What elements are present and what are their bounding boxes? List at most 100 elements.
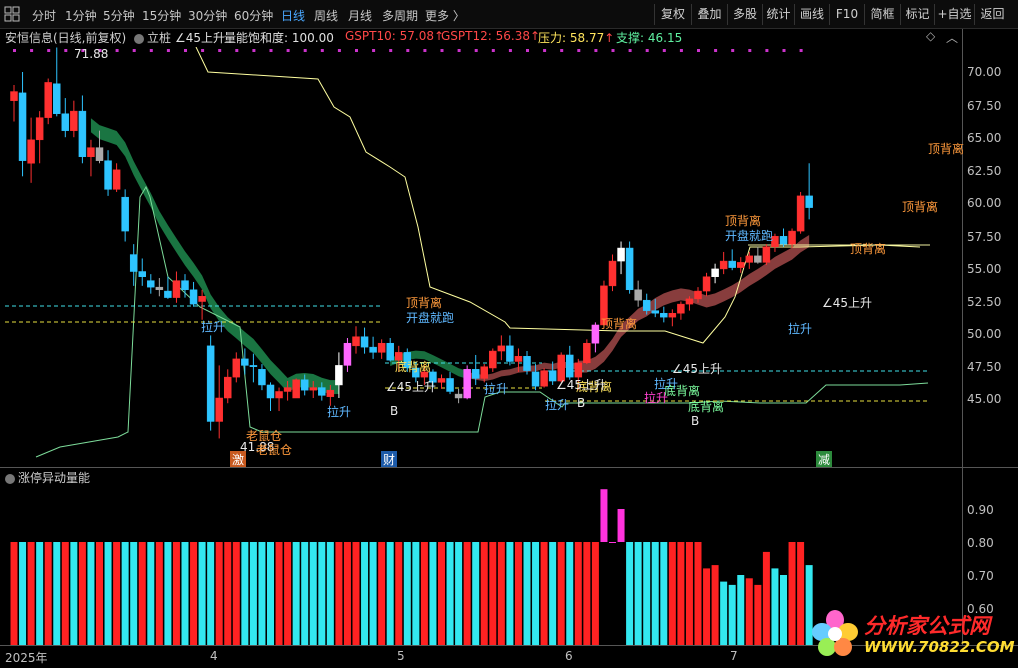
volume-bar	[455, 542, 463, 645]
volume-bar	[395, 542, 403, 645]
overlay-button[interactable]: 叠加	[691, 4, 727, 25]
volume-bar	[181, 542, 189, 645]
volume-bar	[634, 542, 642, 645]
candle-body	[523, 356, 531, 371]
sub-indicator-settings-icon[interactable]	[5, 473, 15, 484]
f10-button[interactable]: F10	[829, 4, 864, 25]
candle-body	[642, 299, 651, 311]
tab-timeframe-weekly[interactable]: 周线	[314, 7, 338, 24]
sub-indicator-title[interactable]: 涨停异动量能	[5, 469, 90, 486]
top-marker-dot	[372, 49, 376, 52]
candle-body	[788, 230, 796, 245]
candle-body	[87, 147, 95, 158]
candle-body	[18, 92, 27, 161]
draw-line-button[interactable]: 画线	[794, 4, 829, 25]
indicator-title[interactable]: 立桩	[134, 29, 171, 46]
tab-timeframe-1min[interactable]: 1分钟	[65, 7, 97, 24]
tab-timeframe-60min[interactable]: 60分钟	[234, 7, 273, 24]
top-marker-dot	[491, 49, 495, 52]
simple-frame-button[interactable]: 简框	[864, 4, 900, 25]
volume-bar	[549, 542, 557, 645]
candle-body	[446, 378, 454, 392]
price-tick: 55.00	[967, 262, 1002, 276]
tab-timeframe-15min[interactable]: 15分钟	[142, 7, 181, 24]
volume-bar	[523, 542, 531, 645]
menu-grid-icon[interactable]	[4, 6, 20, 22]
candle-body	[668, 312, 677, 318]
candle-body	[95, 147, 104, 161]
candle-body	[463, 369, 471, 399]
date-tick: 7	[730, 649, 738, 663]
candle-body	[420, 371, 429, 378]
top-marker-dot	[269, 49, 273, 52]
volume-bar	[138, 542, 146, 645]
candle-body	[694, 290, 702, 300]
volume-bar	[36, 542, 44, 645]
date-tick: 5	[397, 649, 405, 663]
volume-bar	[335, 542, 343, 645]
volume-bar	[660, 542, 668, 645]
candle-body	[241, 358, 249, 366]
volume-bar	[600, 489, 608, 542]
add-watchlist-button[interactable]: +自选	[934, 4, 974, 25]
candle-body	[634, 289, 642, 301]
price-chart[interactable]	[0, 47, 962, 467]
sub-tick: 0.90	[967, 503, 994, 517]
top-marker-dot	[594, 49, 598, 52]
candle-body	[326, 389, 335, 397]
tab-timeframe-daily[interactable]: 日线	[281, 7, 305, 24]
tab-timeframe-fenshi[interactable]: 分时	[32, 7, 56, 24]
candle-body	[583, 342, 591, 364]
candle-body	[677, 303, 685, 314]
tab-timeframe-monthly[interactable]: 月线	[348, 7, 372, 24]
mark-button[interactable]: 标记	[900, 4, 934, 25]
volume-bar	[463, 542, 471, 645]
indicator-settings-icon[interactable]	[134, 33, 144, 44]
volume-bar	[514, 542, 522, 645]
candle-body	[796, 195, 805, 232]
volume-bar	[583, 542, 591, 645]
volume-bar	[438, 542, 445, 645]
back-button[interactable]: 返回	[974, 4, 1010, 25]
tab-timeframe-5min[interactable]: 5分钟	[103, 7, 135, 24]
candle-body	[489, 350, 497, 369]
statistics-button[interactable]: 统计	[762, 4, 794, 25]
candle-body	[412, 367, 420, 378]
volume-bar	[626, 542, 634, 645]
volume-bar	[369, 542, 377, 645]
candle-body	[232, 358, 241, 378]
volume-bar	[121, 542, 129, 645]
top-marker-dot	[81, 49, 85, 52]
candle-body	[805, 195, 813, 208]
candle-body	[198, 296, 206, 302]
top-marker-dot	[440, 49, 444, 52]
candle-body	[129, 254, 138, 272]
volume-bar	[506, 542, 514, 645]
volume-bar	[711, 565, 719, 645]
top-marker-dot	[423, 49, 427, 52]
multi-stock-button[interactable]: 多股	[727, 4, 762, 25]
volume-bar	[643, 542, 651, 645]
top-marker-dot	[508, 49, 512, 52]
restore-rights-button[interactable]: 复权	[654, 4, 691, 25]
volume-bar	[762, 551, 770, 645]
candle-body	[540, 370, 548, 387]
diamond-icon[interactable]: ◇	[926, 29, 935, 43]
candle-body	[591, 324, 600, 344]
tab-timeframe-multi[interactable]: 多周期	[382, 7, 418, 24]
collapse-up-icon[interactable]: ︿	[946, 29, 958, 46]
top-marker-dot	[132, 49, 136, 52]
top-marker-dot	[303, 49, 307, 52]
volume-bar	[771, 568, 779, 645]
sub-tick: 0.80	[967, 536, 994, 550]
volume-bar	[190, 542, 198, 645]
tab-timeframe-30min[interactable]: 30分钟	[188, 7, 227, 24]
candle-body	[745, 255, 754, 263]
volume-bar	[343, 542, 351, 645]
tab-timeframe-more[interactable]: 更多 〉	[425, 7, 465, 24]
price-tick: 47.50	[967, 360, 1002, 374]
top-marker-dot	[560, 49, 564, 52]
top-marker-dot	[320, 49, 324, 52]
candle-body	[318, 387, 326, 396]
candle-body	[10, 91, 18, 101]
